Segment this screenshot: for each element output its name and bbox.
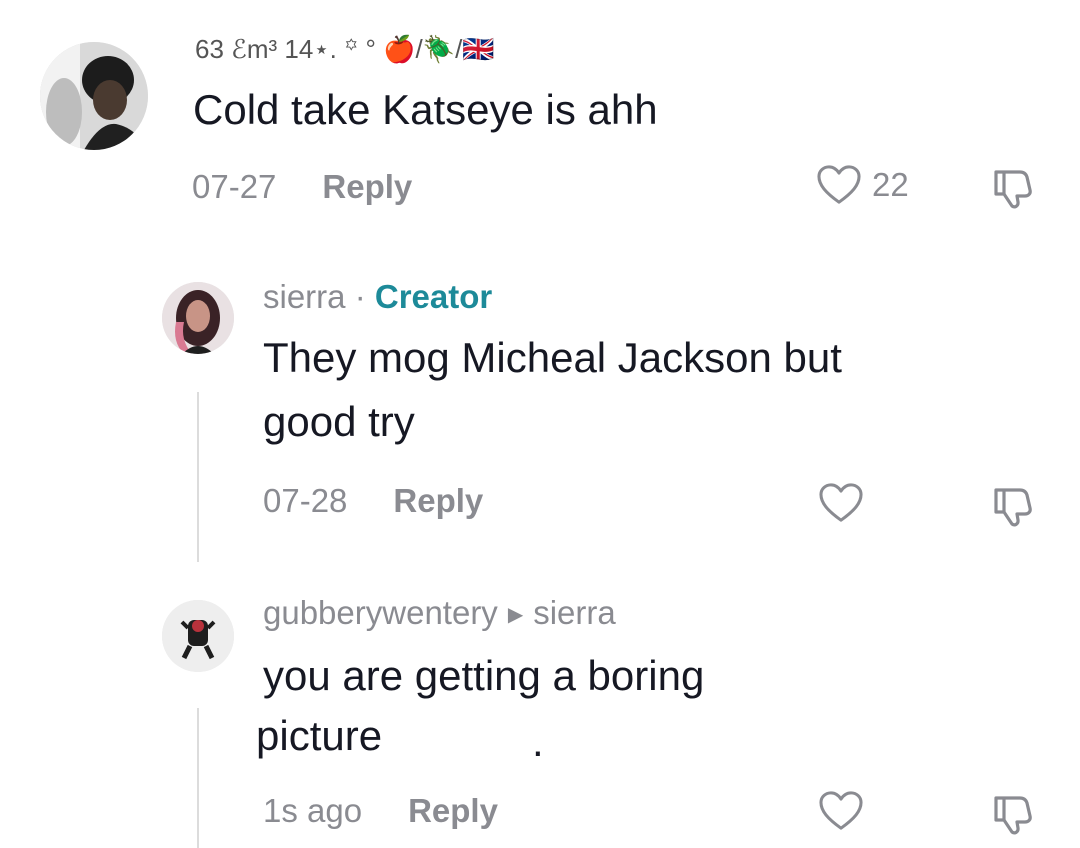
username-text: gubberywentery bbox=[263, 594, 498, 631]
like-count: 22 bbox=[872, 166, 909, 203]
reply-to-username[interactable]: sierra bbox=[533, 594, 616, 631]
reply-date: 1s ago bbox=[263, 792, 363, 829]
character-avatar bbox=[162, 600, 234, 672]
thumbs-down-icon bbox=[994, 170, 1032, 209]
avatar[interactable] bbox=[162, 600, 234, 672]
reply-text-line: good try bbox=[263, 398, 415, 445]
reply-meta: 07-28 Reply bbox=[263, 482, 483, 520]
avatar[interactable] bbox=[162, 282, 234, 354]
reply-button[interactable]: Reply bbox=[322, 168, 412, 205]
dislike-button[interactable] bbox=[990, 484, 1034, 533]
reply-button[interactable]: Reply bbox=[393, 482, 483, 519]
like-button[interactable] bbox=[818, 482, 864, 524]
heart-icon bbox=[819, 791, 863, 830]
creator-badge: Creator bbox=[374, 278, 493, 315]
reply-meta: 1s ago Reply bbox=[263, 792, 498, 830]
separator: · bbox=[354, 278, 366, 315]
avatar[interactable] bbox=[40, 42, 148, 150]
reply-button[interactable]: Reply bbox=[408, 792, 498, 829]
like-button[interactable]: 22 bbox=[816, 164, 909, 206]
thread-line bbox=[197, 392, 199, 562]
comment-text: Cold take Katseye is ahh bbox=[193, 86, 658, 133]
dislike-button[interactable] bbox=[990, 166, 1034, 215]
heart-icon bbox=[817, 165, 861, 204]
like-button[interactable] bbox=[818, 790, 864, 832]
username-text: 63 ℰm³ 14⋆. ꙳ ° 🍎/🪲/🇬🇧 bbox=[195, 34, 495, 64]
comment-meta: 07-27 Reply bbox=[192, 168, 412, 206]
reply-date: 07-28 bbox=[263, 482, 348, 519]
woman-photo-avatar bbox=[162, 282, 234, 354]
thumbs-down-icon bbox=[994, 488, 1032, 527]
person-photo-avatar bbox=[40, 42, 148, 150]
comment-date: 07-27 bbox=[192, 168, 277, 205]
thumbs-down-icon bbox=[994, 796, 1032, 835]
heart-icon bbox=[819, 483, 863, 522]
reply-text-dot: . bbox=[532, 718, 544, 765]
thread-line bbox=[197, 708, 199, 848]
reply-text: They mog Micheal Jackson but good try bbox=[263, 326, 842, 454]
reply-text-line: you are getting a boring bbox=[263, 652, 705, 699]
reply-username[interactable]: sierra · Creator bbox=[263, 278, 492, 316]
dislike-button[interactable] bbox=[990, 792, 1034, 841]
reply-text-line: They mog Micheal Jackson but bbox=[263, 334, 842, 381]
caret-right-icon: ▶ bbox=[507, 604, 524, 626]
reply-text-line: picture bbox=[256, 712, 383, 759]
reply-text: you are getting a boring bbox=[263, 644, 704, 708]
username-text: sierra bbox=[263, 278, 346, 315]
reply-username[interactable]: gubberywentery ▶ sierra bbox=[263, 594, 616, 632]
comment-username[interactable]: 63 ℰm³ 14⋆. ꙳ ° 🍎/🪲/🇬🇧 bbox=[195, 28, 495, 66]
